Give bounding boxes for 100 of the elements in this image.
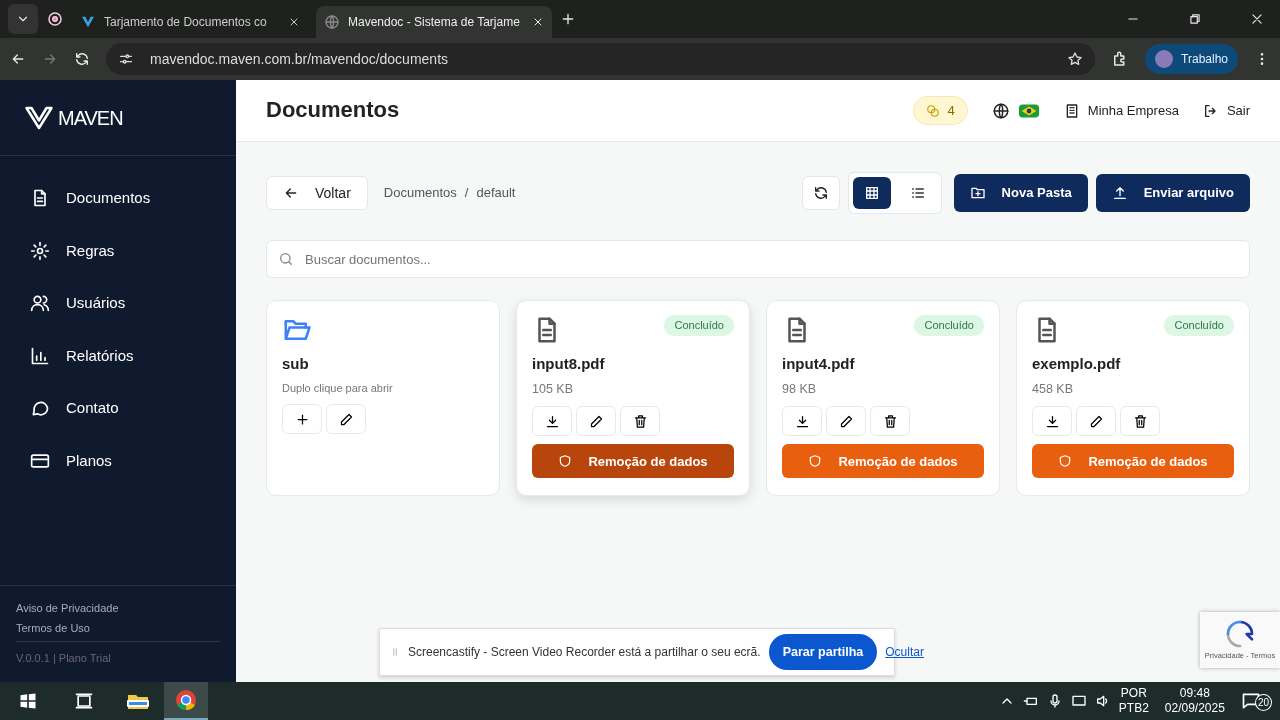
chrome-taskbar-button[interactable] bbox=[164, 682, 208, 720]
browser-tab[interactable]: Mavendoc - Sistema de Tarjame bbox=[316, 6, 552, 38]
item-name: input4.pdf bbox=[782, 354, 856, 374]
grid-icon bbox=[863, 185, 880, 201]
trash-icon bbox=[882, 413, 898, 429]
download-button[interactable] bbox=[1032, 406, 1072, 437]
footer-link[interactable]: Termos de Uso bbox=[16, 620, 220, 637]
shield-icon bbox=[1058, 454, 1073, 469]
edit-button[interactable] bbox=[1076, 406, 1116, 437]
restore-icon[interactable] bbox=[1188, 12, 1202, 26]
search-field[interactable]: Buscar documentos... bbox=[266, 240, 1250, 278]
hide-link[interactable]: Ocultar bbox=[885, 643, 924, 661]
hint-text: Duplo clique para abrir bbox=[282, 380, 394, 396]
edit-button[interactable] bbox=[576, 406, 616, 437]
edit-button[interactable] bbox=[326, 404, 366, 434]
clock-time: 09:48 bbox=[1178, 686, 1211, 701]
url-text: mavendoc.maven.com.br/mavendoc/documents bbox=[150, 49, 450, 69]
shield-icon bbox=[808, 454, 823, 469]
logo-text: MAVEN bbox=[58, 105, 123, 131]
close-icon[interactable] bbox=[532, 16, 544, 28]
download-icon bbox=[544, 413, 560, 429]
back-button[interactable]: Voltar bbox=[266, 176, 368, 210]
back-icon[interactable] bbox=[10, 51, 26, 67]
refresh-button[interactable] bbox=[801, 176, 840, 210]
breadcrumb-item: default bbox=[476, 184, 516, 203]
data-removal-button[interactable]: Remoção de dados bbox=[532, 444, 734, 479]
item-name: exemplo.pdf bbox=[1032, 354, 1122, 374]
share-message: Screencastify - Screen Video Recorder está a partilhar o seu ecrã. bbox=[408, 644, 761, 661]
sidebar-item[interactable]: Relatórios bbox=[0, 329, 236, 382]
sidebar-item[interactable]: Planos bbox=[0, 434, 236, 487]
close-icon[interactable] bbox=[288, 16, 300, 28]
task-view-icon[interactable] bbox=[74, 691, 94, 711]
edit-icon bbox=[588, 413, 604, 429]
tab-title: Tarjamento de Documentos co bbox=[104, 14, 268, 31]
gear-icon bbox=[30, 240, 50, 261]
logout-button[interactable]: Sair bbox=[1202, 100, 1250, 121]
plus-icon bbox=[294, 411, 310, 427]
drag-handle-icon[interactable] bbox=[390, 645, 400, 659]
star-icon[interactable] bbox=[1067, 51, 1084, 67]
bar-chart-icon bbox=[30, 345, 50, 366]
breadcrumb-separator: / bbox=[464, 184, 469, 203]
company-button[interactable]: Minha Empresa bbox=[1063, 100, 1179, 121]
delete-button[interactable] bbox=[870, 406, 910, 437]
edit-icon bbox=[1088, 413, 1104, 429]
clock[interactable]: 09:48 02/09/2025 bbox=[1156, 686, 1233, 716]
stop-sharing-button[interactable]: Parar partilha bbox=[768, 634, 878, 670]
keyboard-language[interactable]: POR PTB2 bbox=[1118, 686, 1149, 716]
download-button[interactable] bbox=[782, 406, 822, 437]
credits-badge: 4 bbox=[912, 95, 968, 126]
globe-icon[interactable] bbox=[991, 101, 1010, 120]
sidebar-item[interactable]: Usuários bbox=[0, 277, 236, 330]
browser-tab[interactable]: Tarjamento de Documentos co bbox=[72, 6, 308, 38]
new-tab-icon[interactable] bbox=[560, 11, 576, 27]
footer-link[interactable]: Aviso de Privacidade bbox=[16, 599, 220, 616]
download-button[interactable] bbox=[532, 406, 572, 437]
windows-start-icon[interactable] bbox=[18, 691, 38, 711]
record-icon[interactable] bbox=[46, 10, 64, 28]
delete-button[interactable] bbox=[1120, 406, 1160, 437]
breadcrumb-item[interactable]: Documentos bbox=[383, 183, 457, 203]
layout-code: PTB2 bbox=[1118, 701, 1149, 716]
upload-button[interactable]: Enviar arquivo bbox=[1095, 174, 1250, 212]
file-card[interactable]: Concluído exemplo.pdf 458 KB Remoção de dados bbox=[1016, 300, 1250, 496]
sidebar-item[interactable]: Documentos bbox=[0, 172, 236, 225]
list-icon bbox=[909, 185, 926, 201]
trash-icon bbox=[1132, 413, 1148, 429]
reload-icon[interactable] bbox=[74, 51, 90, 67]
coins-icon bbox=[925, 103, 940, 118]
status-badge: Concluído bbox=[914, 315, 984, 336]
refresh-icon bbox=[812, 185, 829, 201]
grid-view-button[interactable] bbox=[852, 177, 891, 209]
folder-plus-icon bbox=[969, 185, 986, 201]
file-size: 458 KB bbox=[1032, 380, 1074, 398]
delete-button[interactable] bbox=[620, 406, 660, 437]
avatar-icon bbox=[1155, 50, 1174, 68]
sidebar-item[interactable]: Regras bbox=[0, 224, 236, 277]
folder-card[interactable]: sub Duplo clique para abrir bbox=[266, 300, 500, 496]
status-badge: Concluído bbox=[664, 315, 734, 336]
download-icon bbox=[1044, 413, 1060, 429]
file-card[interactable]: Concluído input4.pdf 98 KB Remoção de dados bbox=[766, 300, 1000, 496]
address-bar[interactable]: mavendoc.maven.com.br/mavendoc/documents bbox=[106, 43, 1096, 75]
profile-button[interactable]: Trabalho bbox=[1145, 44, 1238, 74]
users-icon bbox=[30, 293, 50, 314]
close-icon[interactable] bbox=[1250, 12, 1264, 26]
status-badge: Concluído bbox=[1164, 315, 1234, 336]
display-icon[interactable] bbox=[1070, 693, 1087, 709]
tab-title: Mavendoc - Sistema de Tarjame bbox=[348, 14, 521, 31]
forward-icon[interactable] bbox=[42, 51, 58, 67]
sidebar-item[interactable]: Contato bbox=[0, 382, 236, 435]
globe-icon bbox=[324, 14, 340, 30]
page-title: Documentos bbox=[266, 97, 400, 124]
language-code: POR bbox=[1119, 686, 1148, 701]
item-name: input8.pdf bbox=[532, 354, 606, 374]
file-size: 105 KB bbox=[532, 380, 574, 398]
upload-icon bbox=[1111, 185, 1128, 201]
shield-icon bbox=[558, 454, 573, 469]
new-folder-button[interactable]: Nova Pasta bbox=[953, 174, 1088, 212]
edit-icon bbox=[838, 413, 854, 429]
file-card[interactable]: Concluído input8.pdf 105 KB Remoção de dados bbox=[516, 300, 750, 496]
edit-button[interactable] bbox=[826, 406, 866, 437]
clock-date: 02/09/2025 bbox=[1164, 701, 1225, 716]
